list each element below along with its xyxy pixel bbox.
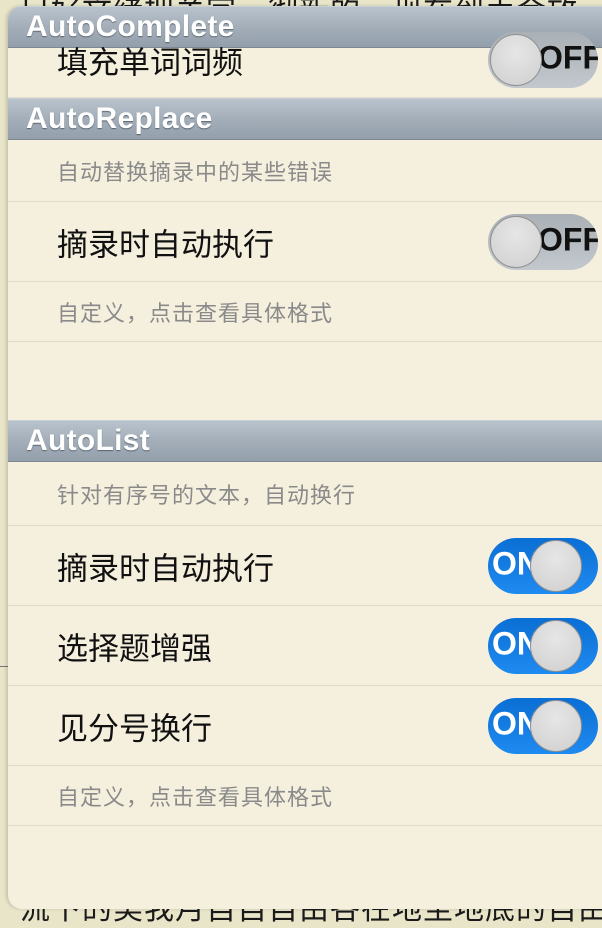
toggle-autolist-choice-enhance[interactable]: ON — [488, 617, 598, 674]
note-text: 针对有序号的文本，自动换行 — [57, 483, 357, 509]
row-label-exec-on-excerpt: 摘录时自动执行 — [57, 227, 274, 263]
row-label-semicolon-newline: 见分号换行 — [57, 711, 212, 747]
toggle-knob[interactable] — [530, 539, 582, 592]
toggle-knob[interactable] — [490, 34, 542, 86]
note-text: 自定义，点击查看具体格式 — [57, 785, 334, 811]
note-text: 自定义，点击查看具体格式 — [57, 301, 334, 327]
row-label-choice-enhance: 选择题增强 — [57, 631, 212, 667]
row-autolist-choice-enhance[interactable]: 选择题增强 ON — [8, 606, 602, 686]
row-autoreplace-exec-on-excerpt[interactable]: 摘录时自动执行 OFF — [8, 202, 602, 282]
row-label-exec-on-excerpt: 摘录时自动执行 — [57, 551, 274, 587]
section-title-autolist: AutoList — [26, 424, 151, 457]
section-header-autolist: AutoList — [8, 420, 602, 462]
row-autolist-semicolon-newline[interactable]: 见分号换行 ON — [8, 686, 602, 766]
row-autolist-exec-on-excerpt[interactable]: 摘录时自动执行 ON — [8, 526, 602, 606]
toggle-autolist-semicolon-newline[interactable]: ON — [488, 697, 598, 754]
row-autolist-customize[interactable]: 自定义，点击查看具体格式 — [8, 766, 602, 826]
toggle-autolist-exec[interactable]: ON — [488, 537, 598, 594]
toggle-knob[interactable] — [530, 699, 582, 752]
toggle-state-label: OFF — [538, 39, 598, 76]
toggle-fill-word-frequency[interactable]: OFF — [488, 32, 598, 88]
section-title-autoreplace: AutoReplace — [26, 102, 213, 135]
toggle-knob[interactable] — [530, 619, 582, 672]
settings-panel: AutoComplete 填充单词词频 OFF AutoReplace 自动替换… — [8, 6, 602, 909]
row-fill-word-frequency[interactable]: 填充单词词频 OFF — [8, 32, 602, 98]
section-header-autoreplace: AutoReplace — [8, 98, 602, 140]
note-text: 自动替换摘录中的某些错误 — [57, 160, 334, 186]
note-autolist-description: 针对有序号的文本，自动换行 — [8, 462, 602, 526]
toggle-state-label: OFF — [538, 221, 598, 258]
row-label-fill-word-frequency: 填充单词词频 — [57, 45, 243, 82]
row-autoreplace-customize[interactable]: 自定义，点击查看具体格式 — [8, 282, 602, 342]
note-autoreplace-description: 自动替换摘录中的某些错误 — [8, 140, 602, 202]
toggle-autoreplace-exec[interactable]: OFF — [488, 213, 598, 270]
toggle-knob[interactable] — [490, 215, 542, 268]
